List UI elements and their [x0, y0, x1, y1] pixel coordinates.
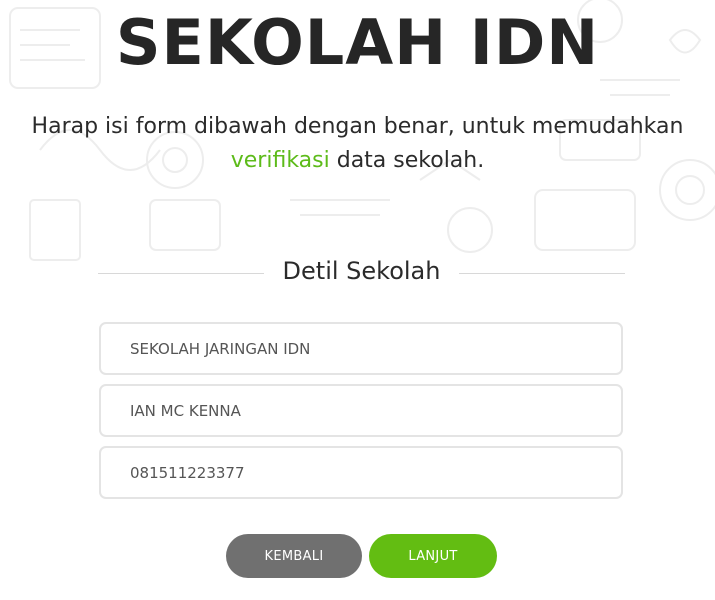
subtitle-text-end: data sekolah.	[336, 148, 485, 173]
section-header: Detil Sekolah	[98, 255, 625, 291]
divider-right	[459, 273, 625, 274]
page-subtitle: Harap isi form dibawah dengan benar, unt…	[20, 110, 695, 178]
back-button[interactable]: KEMBALI	[226, 534, 362, 578]
background-doodles	[9, 0, 715, 261]
contact-name-field[interactable]: IAN MC KENNA	[99, 384, 623, 437]
phone-field[interactable]: 081511223377	[99, 446, 623, 499]
school-name-field[interactable]: SEKOLAH JARINGAN IDN	[99, 322, 623, 375]
page-title: SEKOLAH IDN	[115, 6, 600, 79]
section-title: Detil Sekolah	[282, 257, 441, 285]
subtitle-accent: verifikasi	[230, 148, 330, 173]
subtitle-text: Harap isi form dibawah dengan benar, unt…	[31, 114, 684, 139]
next-button[interactable]: LANJUT	[369, 534, 497, 578]
